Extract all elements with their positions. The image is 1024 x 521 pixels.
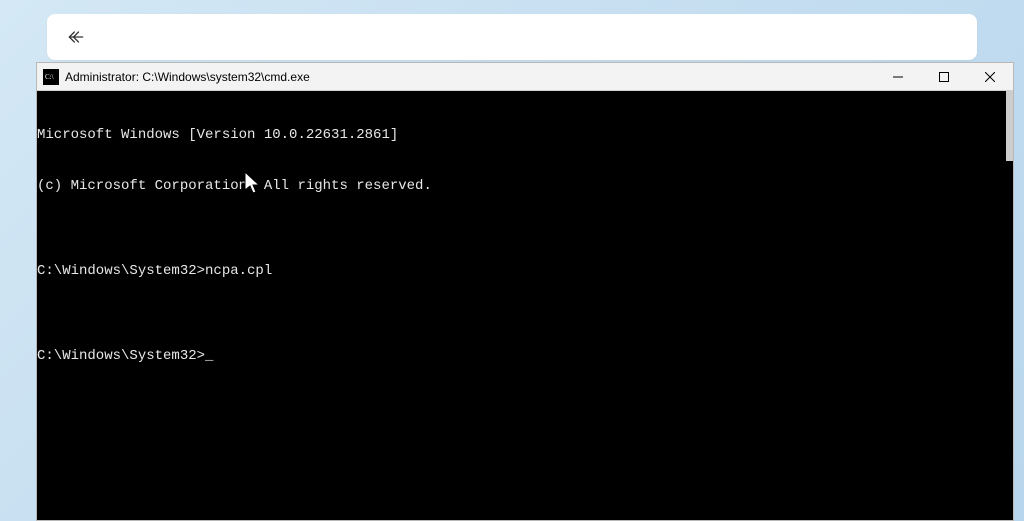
- terminal-output[interactable]: Microsoft Windows [Version 10.0.22631.28…: [37, 91, 1013, 520]
- maximize-button[interactable]: [921, 63, 967, 90]
- svg-text:C:\: C:\: [45, 73, 54, 81]
- cmd-icon: C:\: [43, 69, 59, 85]
- back-navigation-card: [47, 14, 977, 60]
- back-arrow-icon[interactable]: [65, 26, 87, 48]
- terminal-line: (c) Microsoft Corporation. All rights re…: [37, 178, 1013, 195]
- terminal-line: Microsoft Windows [Version 10.0.22631.28…: [37, 127, 1013, 144]
- cmd-window: C:\ Administrator: C:\Windows\system32\c…: [36, 62, 1014, 521]
- close-button[interactable]: [967, 63, 1013, 90]
- window-title: Administrator: C:\Windows\system32\cmd.e…: [65, 70, 875, 84]
- terminal-prompt-line: C:\Windows\System32>_: [37, 348, 1013, 365]
- minimize-button[interactable]: [875, 63, 921, 90]
- terminal-line: C:\Windows\System32>ncpa.cpl: [37, 263, 1013, 280]
- vertical-scrollbar[interactable]: [1006, 91, 1013, 161]
- window-controls: [875, 63, 1013, 90]
- window-titlebar[interactable]: C:\ Administrator: C:\Windows\system32\c…: [37, 63, 1013, 91]
